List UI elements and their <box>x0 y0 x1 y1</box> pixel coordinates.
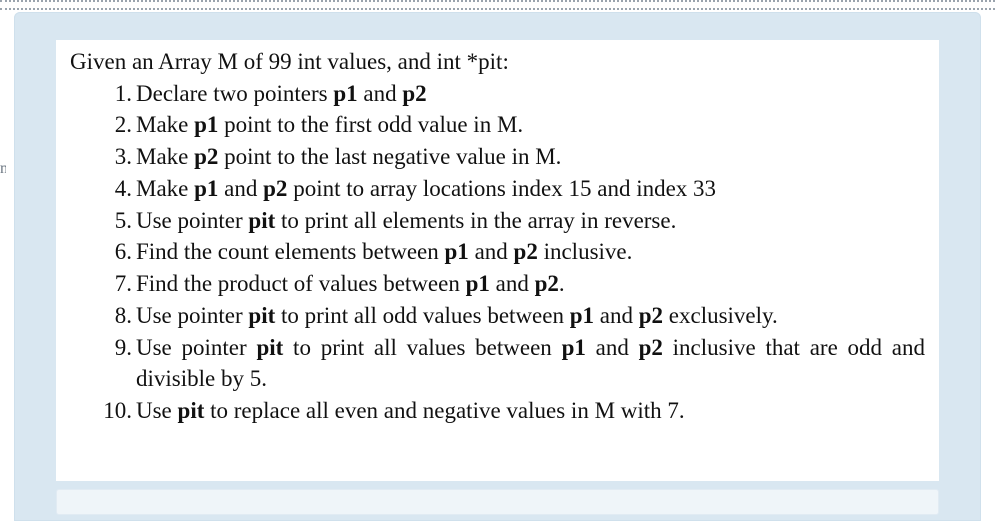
problem-list: Declare two pointers p1 and p2Make p1 po… <box>70 78 925 427</box>
text-run: and <box>594 303 639 328</box>
text-run: to print all values between <box>283 335 561 360</box>
outer-panel: Given an Array M of 99 int values, and i… <box>14 12 981 521</box>
text-run: to print all elements in the array in re… <box>275 208 676 233</box>
bold-term: pit <box>256 335 283 360</box>
text-run: and <box>490 271 535 296</box>
bold-term: p1 <box>466 271 490 296</box>
text-run: Make <box>136 176 194 201</box>
text-run: Use <box>136 398 178 423</box>
bottom-toolbar-hint <box>56 489 939 515</box>
text-run: Use pointer <box>136 208 248 233</box>
bold-term: p2 <box>402 81 426 106</box>
list-item: Find the count elements between p1 and p… <box>136 236 925 268</box>
bold-term: p1 <box>445 239 469 264</box>
intro-text-prefix: Given an Array M of 99 int values, and i… <box>70 49 467 74</box>
bold-term: pit <box>248 208 275 233</box>
list-item: Use pointer pit to print all odd values … <box>136 300 925 332</box>
text-run: to replace all even and negative values … <box>204 398 684 423</box>
intro-text-suffix: : <box>502 49 508 74</box>
bold-term: p2 <box>535 271 559 296</box>
bold-term: p2 <box>263 176 287 201</box>
text-run: and <box>218 176 263 201</box>
page-frame: n Given an Array M of 99 int values, and… <box>0 0 995 521</box>
bold-term: p1 <box>194 176 218 201</box>
list-item: Use pit to replace all even and negative… <box>136 395 925 427</box>
text-run: and <box>586 335 639 360</box>
list-item: Declare two pointers p1 and p2 <box>136 78 925 110</box>
bold-term: pit <box>178 398 205 423</box>
text-run: inclusive. <box>538 239 633 264</box>
text-run: Find the count elements between <box>136 239 445 264</box>
text-run: Use pointer <box>136 335 256 360</box>
list-item: Use pointer pit to print all values betw… <box>136 332 925 395</box>
text-run: . <box>559 271 565 296</box>
text-run: Declare two pointers <box>136 81 333 106</box>
text-run: Make <box>136 144 194 169</box>
bold-term: pit <box>248 303 275 328</box>
text-run: Use pointer <box>136 303 248 328</box>
list-item: Make p2 point to the last negative value… <box>136 141 925 173</box>
list-item: Make p1 and p2 point to array locations … <box>136 173 925 205</box>
bold-term: p1 <box>570 303 594 328</box>
top-dotted-separator <box>0 0 995 10</box>
bold-term: p1 <box>562 335 586 360</box>
list-item: Find the product of values between p1 an… <box>136 268 925 300</box>
text-run: point to the first odd value in M. <box>218 112 523 137</box>
bold-term: p2 <box>514 239 538 264</box>
bold-term: p1 <box>333 81 357 106</box>
text-run: point to array locations index 15 and in… <box>287 176 716 201</box>
text-run: and <box>358 81 403 106</box>
text-run: point to the last negative value in M. <box>218 144 561 169</box>
question-card: Given an Array M of 99 int values, and i… <box>56 40 939 481</box>
text-run: and <box>469 239 514 264</box>
text-run: to print all odd values between <box>275 303 569 328</box>
text-run: Find the product of values between <box>136 271 466 296</box>
intro-line: Given an Array M of 99 int values, and i… <box>70 46 925 78</box>
bold-term: p2 <box>194 144 218 169</box>
text-run: exclusively. <box>663 303 778 328</box>
list-item: Use pointer pit to print all elements in… <box>136 205 925 237</box>
bold-term: p2 <box>639 303 663 328</box>
list-item: Make p1 point to the first odd value in … <box>136 109 925 141</box>
intro-pointer: *pit <box>467 49 503 74</box>
bold-term: p1 <box>194 112 218 137</box>
left-edge-sliver: n <box>0 160 6 184</box>
bold-term: p2 <box>639 335 663 360</box>
text-run: Make <box>136 112 194 137</box>
